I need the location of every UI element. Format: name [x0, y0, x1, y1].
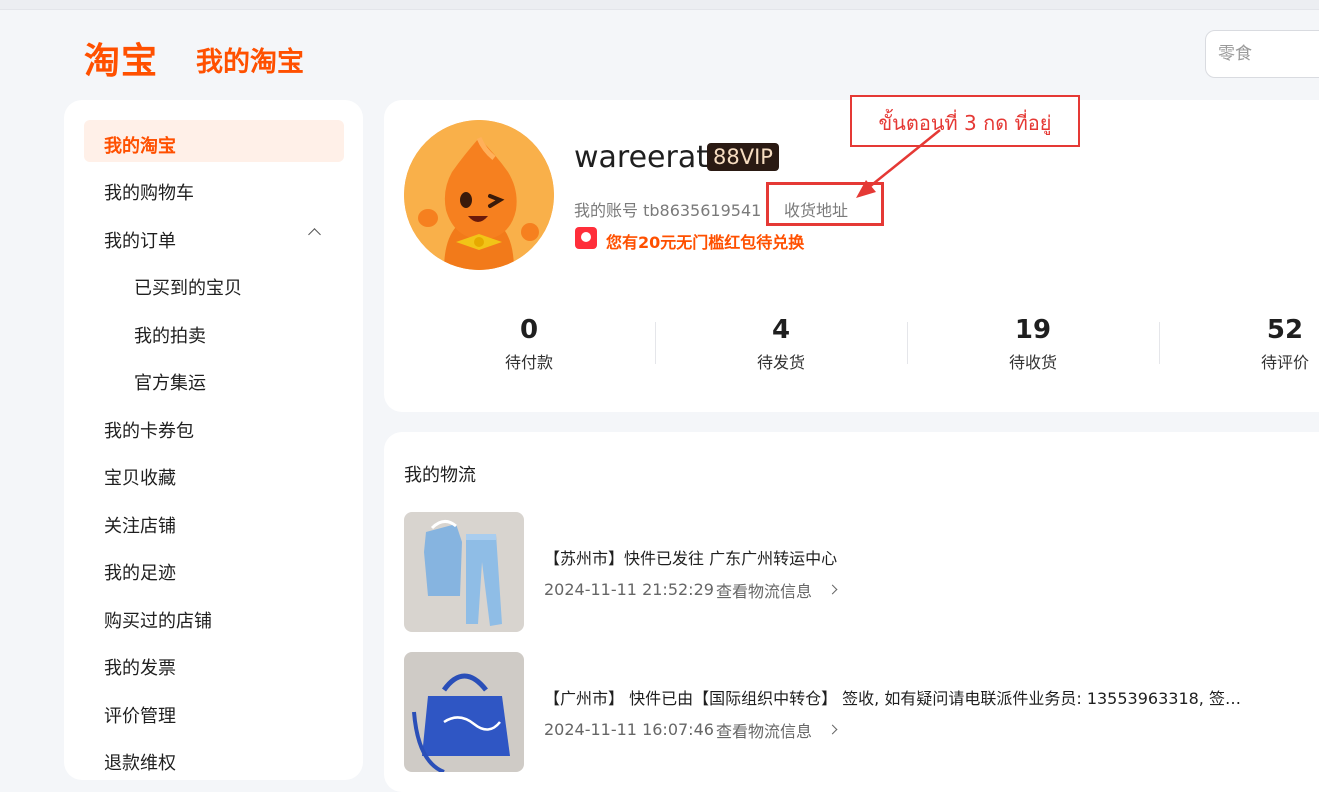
sidebar-item-followed-shops[interactable]: 关注店铺 [104, 512, 176, 538]
view-logistics-link[interactable]: 查看物流信息 [716, 718, 812, 742]
sidebar-item-favorites[interactable]: 宝贝收藏 [104, 464, 176, 490]
logistics-time: 2024-11-11 16:07:46 [544, 720, 714, 739]
chevron-right-icon[interactable] [827, 724, 838, 735]
top-bar [0, 0, 1319, 10]
stat-label: 待收货 [1008, 353, 1057, 372]
username: wareerat [574, 140, 708, 175]
sidebar-item-footprints[interactable]: 我的足迹 [104, 559, 176, 585]
logistics-time: 2024-11-11 21:52:29 [544, 580, 714, 599]
red-packet-icon [575, 227, 597, 249]
avatar-mascot-icon [404, 120, 554, 270]
stat-value: 19 [1014, 315, 1052, 345]
page-title: 我的淘宝 [196, 47, 304, 78]
stat-pending-payment[interactable]: 0 待付款 [454, 315, 604, 373]
taobao-logo[interactable]: 淘宝 [84, 32, 158, 84]
view-logistics-link[interactable]: 查看物流信息 [716, 578, 812, 602]
sidebar-item-purchased-shops[interactable]: 购买过的店铺 [104, 607, 212, 633]
sidebar-item-reviews[interactable]: 评价管理 [104, 702, 176, 728]
stat-label: 待评价 [1260, 353, 1309, 372]
stat-divider [907, 322, 908, 364]
product-thumbnail[interactable] [404, 512, 524, 632]
sidebar-item-coupons[interactable]: 我的卡券包 [104, 417, 194, 443]
search-box[interactable] [1205, 30, 1319, 78]
stat-divider [655, 322, 656, 364]
chevron-right-icon[interactable] [827, 584, 838, 595]
stat-value: 52 [1266, 315, 1304, 345]
logistics-card: 我的物流 【苏州市】快件已发往 广东广州转运中心 2024-11-11 21:5… [384, 432, 1319, 792]
sidebar-item-my-taobao[interactable]: 我的淘宝 [104, 132, 176, 158]
search-input[interactable] [1206, 31, 1319, 77]
coupon-link[interactable]: 您有20元无门槛红包待兑换 [606, 229, 804, 253]
tracksuit-image-icon [404, 512, 524, 632]
annotation-callout: ขั้นตอนที่ 3 กด ที่อยู่ [850, 95, 1080, 147]
logistics-message: 【广州市】 快件已由【国际组织中转仓】 签收, 如有疑问请电联派件业务员: 13… [544, 689, 1241, 708]
annotation-highlight-box [766, 182, 884, 226]
stat-value: 4 [771, 315, 791, 345]
stat-label: 待发货 [756, 353, 805, 372]
stat-pending-review[interactable]: 52 待评价 [1210, 315, 1319, 373]
vip-badge[interactable]: 88VIP [707, 143, 779, 171]
logistics-message: 【苏州市】快件已发往 广东广州转运中心 [544, 549, 838, 568]
product-thumbnail[interactable] [404, 652, 524, 772]
sidebar-item-cart[interactable]: 我的购物车 [104, 179, 194, 205]
stat-pending-shipment[interactable]: 4 待发货 [706, 315, 856, 373]
sidebar-item-purchased[interactable]: 已买到的宝贝 [134, 274, 242, 300]
logistics-title: 我的物流 [404, 465, 476, 486]
sidebar-item-consolidation[interactable]: 官方集运 [134, 369, 206, 395]
chevron-up-icon[interactable] [308, 228, 321, 241]
stat-divider [1159, 322, 1160, 364]
annotation-callout-text: ขั้นตอนที่ 3 กด ที่อยู่ [878, 111, 1052, 135]
account-id: 我的账号 tb8635619541 [574, 201, 762, 220]
sidebar-item-invoices[interactable]: 我的发票 [104, 654, 176, 680]
sidebar: 我的淘宝 我的购物车 我的订单 已买到的宝贝 我的拍卖 官方集运 我的卡券包 宝… [64, 100, 363, 780]
blue-bag-image-icon [404, 652, 524, 772]
stat-label: 待付款 [504, 353, 553, 372]
stat-pending-receipt[interactable]: 19 待收货 [958, 315, 1108, 373]
sidebar-item-orders[interactable]: 我的订单 [104, 227, 176, 253]
stat-value: 0 [519, 315, 539, 345]
sidebar-item-refunds[interactable]: 退款维权 [104, 749, 176, 775]
avatar[interactable] [404, 120, 554, 270]
sidebar-item-auction[interactable]: 我的拍卖 [134, 322, 206, 348]
